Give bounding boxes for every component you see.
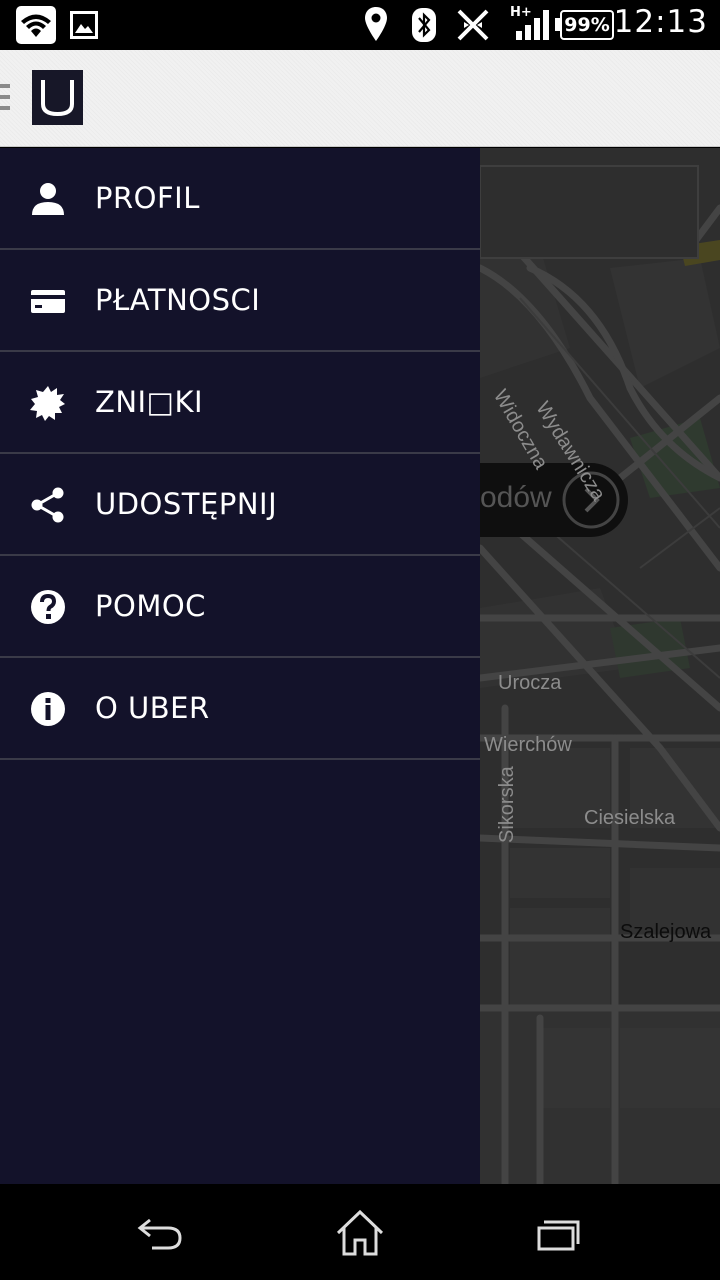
person-icon <box>32 183 64 215</box>
battery-level: 99% <box>564 14 610 36</box>
street-label-ciesielska: Ciesielska <box>584 807 676 829</box>
location-icon <box>365 7 387 41</box>
status-bar: H+ 99% 12:13 <box>0 0 720 50</box>
clock: 12:13 <box>613 4 708 40</box>
wifi-icon <box>16 6 56 44</box>
menu-item-znizki[interactable]: ZNI□KI <box>0 352 480 454</box>
bluetooth-icon <box>412 8 436 42</box>
menu-item-label: UDOSTĘPNIJ <box>95 487 278 521</box>
recents-icon[interactable] <box>530 1208 590 1258</box>
street-label-sikorska: Sikorska <box>496 766 518 843</box>
navigation-drawer: PROFIL PŁATNOSCI ZNI□KI UDOSTĘPNIJ POMOC… <box>0 148 480 1184</box>
uber-logo[interactable] <box>32 70 83 125</box>
badge-icon <box>30 386 65 421</box>
street-label-szalejowa: Szalejowa <box>620 921 712 943</box>
image-icon <box>70 11 98 39</box>
hamburger-icon[interactable] <box>0 84 10 114</box>
action-bar <box>0 50 720 147</box>
pickup-pill[interactable]: odów <box>480 463 628 537</box>
nfc-icon <box>457 9 489 41</box>
menu-item-o-uber[interactable]: O UBER <box>0 658 480 760</box>
credit-card-icon <box>31 290 65 313</box>
pickup-pill-label: odów <box>480 481 552 514</box>
menu-item-platnosci[interactable]: PŁATNOSCI <box>0 250 480 352</box>
menu-item-profil[interactable]: PROFIL <box>0 148 480 250</box>
menu-item-udostepnij[interactable]: UDOSTĘPNIJ <box>0 454 480 556</box>
menu-item-label: ZNI□KI <box>95 385 204 419</box>
info-icon <box>31 692 65 726</box>
signal-icon <box>516 10 549 40</box>
uber-logo-mark <box>41 80 74 117</box>
battery-icon: 99% <box>560 10 614 40</box>
map-view[interactable]: odów Wydawnicza Widoczna Urocza Wierchów… <box>480 148 720 1184</box>
back-icon[interactable] <box>130 1208 190 1258</box>
system-nav-bar <box>0 1184 720 1280</box>
menu-item-pomoc[interactable]: POMOC <box>0 556 480 658</box>
street-label-wierchow: Wierchów <box>484 734 572 756</box>
help-icon <box>31 590 65 624</box>
menu-item-label: PROFIL <box>95 181 200 215</box>
home-icon[interactable] <box>330 1208 390 1258</box>
share-icon <box>31 487 64 523</box>
menu-item-label: PŁATNOSCI <box>95 283 261 317</box>
street-label-urocza: Urocza <box>498 672 562 694</box>
screen: H+ 99% 12:13 odów Wydawnicza Widoczna Ur… <box>0 0 720 1280</box>
menu-item-label: O UBER <box>95 691 210 725</box>
menu-item-label: POMOC <box>95 589 206 623</box>
map-roads <box>480 148 720 1184</box>
